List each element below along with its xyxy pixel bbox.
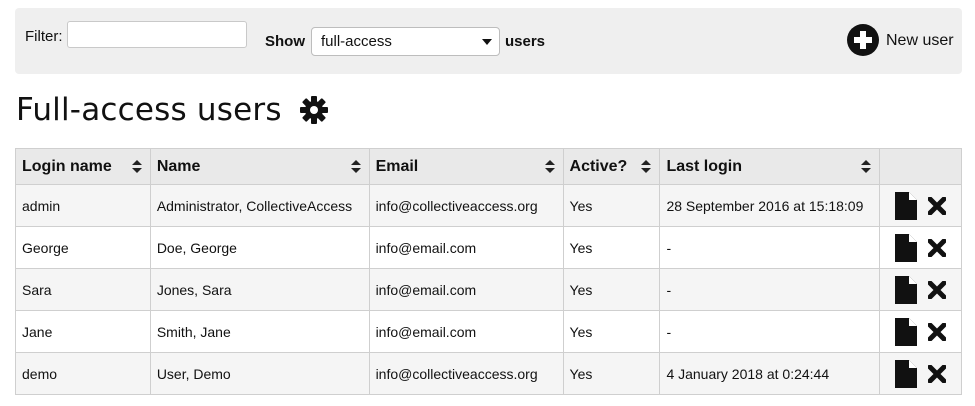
delete-button[interactable]	[928, 238, 947, 257]
cell-last-login: 4 January 2018 at 0:24:44	[659, 352, 881, 395]
cell-login: George	[15, 226, 151, 269]
cell-login: Jane	[15, 310, 151, 353]
cell-actions	[879, 352, 962, 395]
close-icon	[928, 238, 947, 257]
table-row: Sara Jones, Sara info@email.com Yes -	[15, 268, 962, 311]
cell-active: Yes	[562, 184, 661, 227]
column-header-last-login[interactable]: Last login	[659, 148, 881, 185]
sort-icon	[861, 160, 872, 174]
document-icon	[894, 317, 917, 346]
document-icon	[894, 233, 917, 262]
cell-actions	[879, 310, 962, 353]
close-icon	[928, 196, 947, 215]
cell-email: info@email.com	[368, 310, 564, 353]
column-header-label: Last login	[666, 157, 742, 175]
delete-button[interactable]	[928, 322, 947, 341]
cell-name: Administrator, CollectiveAccess	[149, 184, 370, 227]
sort-icon	[641, 160, 652, 174]
edit-button[interactable]	[894, 275, 917, 304]
cell-login: demo	[15, 352, 151, 395]
column-header-label: Name	[156, 157, 201, 175]
cell-name: User, Demo	[149, 352, 370, 395]
cell-email: info@collectiveaccess.org	[368, 352, 564, 395]
cell-name: Smith, Jane	[149, 310, 370, 353]
user-type-select[interactable]: full-access	[311, 27, 500, 56]
table-row: demo User, Demo info@collectiveaccess.or…	[15, 352, 962, 395]
delete-button[interactable]	[928, 280, 947, 299]
column-header-label: Email	[375, 157, 419, 175]
column-header-label: Login name	[22, 157, 112, 175]
page-title: Full-access users	[16, 92, 282, 128]
table-row: George Doe, George info@email.com Yes -	[15, 226, 962, 269]
users-table: Login name Name Email Active? Last login…	[15, 148, 962, 395]
close-icon	[928, 280, 947, 299]
cell-email: info@email.com	[368, 268, 564, 311]
delete-button[interactable]	[928, 364, 947, 383]
cell-active: Yes	[562, 268, 661, 311]
cell-name: Doe, George	[149, 226, 370, 269]
edit-button[interactable]	[894, 359, 917, 388]
filter-label: Filter:	[25, 28, 63, 45]
user-type-selected-value: full-access	[321, 33, 392, 50]
edit-button[interactable]	[894, 191, 917, 220]
sort-icon	[544, 160, 555, 174]
cell-name: Jones, Sara	[149, 268, 370, 311]
show-label: Show	[265, 33, 305, 50]
chevron-down-icon	[482, 39, 492, 45]
cell-actions	[879, 268, 962, 311]
cell-actions	[879, 226, 962, 269]
sort-icon	[131, 160, 142, 174]
delete-button[interactable]	[928, 196, 947, 215]
toolbar: Filter: Show full-access users New user	[15, 8, 962, 74]
table-header-row: Login name Name Email Active? Last login	[15, 148, 962, 185]
column-header-email[interactable]: Email	[368, 148, 564, 185]
plus-circle-icon	[847, 24, 879, 56]
column-header-actions	[879, 148, 962, 185]
cell-email: info@collectiveaccess.org	[368, 184, 564, 227]
filter-input[interactable]	[67, 21, 247, 48]
cell-last-login: -	[659, 268, 881, 311]
sort-icon	[350, 160, 361, 174]
cell-login: admin	[15, 184, 151, 227]
table-row: admin Administrator, CollectiveAccess in…	[15, 184, 962, 227]
gear-icon[interactable]	[299, 96, 328, 124]
column-header-label: Active?	[569, 157, 628, 175]
document-icon	[894, 191, 917, 220]
page-header: Full-access users	[16, 92, 328, 128]
users-label: users	[505, 33, 546, 50]
cell-last-login: -	[659, 310, 881, 353]
cell-active: Yes	[562, 310, 661, 353]
document-icon	[894, 359, 917, 388]
column-header-name[interactable]: Name	[149, 148, 370, 185]
new-user-label: New user	[886, 32, 954, 49]
cell-active: Yes	[562, 226, 661, 269]
column-header-active[interactable]: Active?	[562, 148, 661, 185]
cell-last-login: 28 September 2016 at 15:18:09	[659, 184, 881, 227]
edit-button[interactable]	[894, 233, 917, 262]
cell-last-login: -	[659, 226, 881, 269]
cell-login: Sara	[15, 268, 151, 311]
close-icon	[928, 364, 947, 383]
close-icon	[928, 322, 947, 341]
edit-button[interactable]	[894, 317, 917, 346]
cell-active: Yes	[562, 352, 661, 395]
cell-actions	[879, 184, 962, 227]
table-row: Jane Smith, Jane info@email.com Yes -	[15, 310, 962, 353]
new-user-button[interactable]: New user	[847, 24, 954, 56]
document-icon	[894, 275, 917, 304]
cell-email: info@email.com	[368, 226, 564, 269]
column-header-login[interactable]: Login name	[15, 148, 151, 185]
